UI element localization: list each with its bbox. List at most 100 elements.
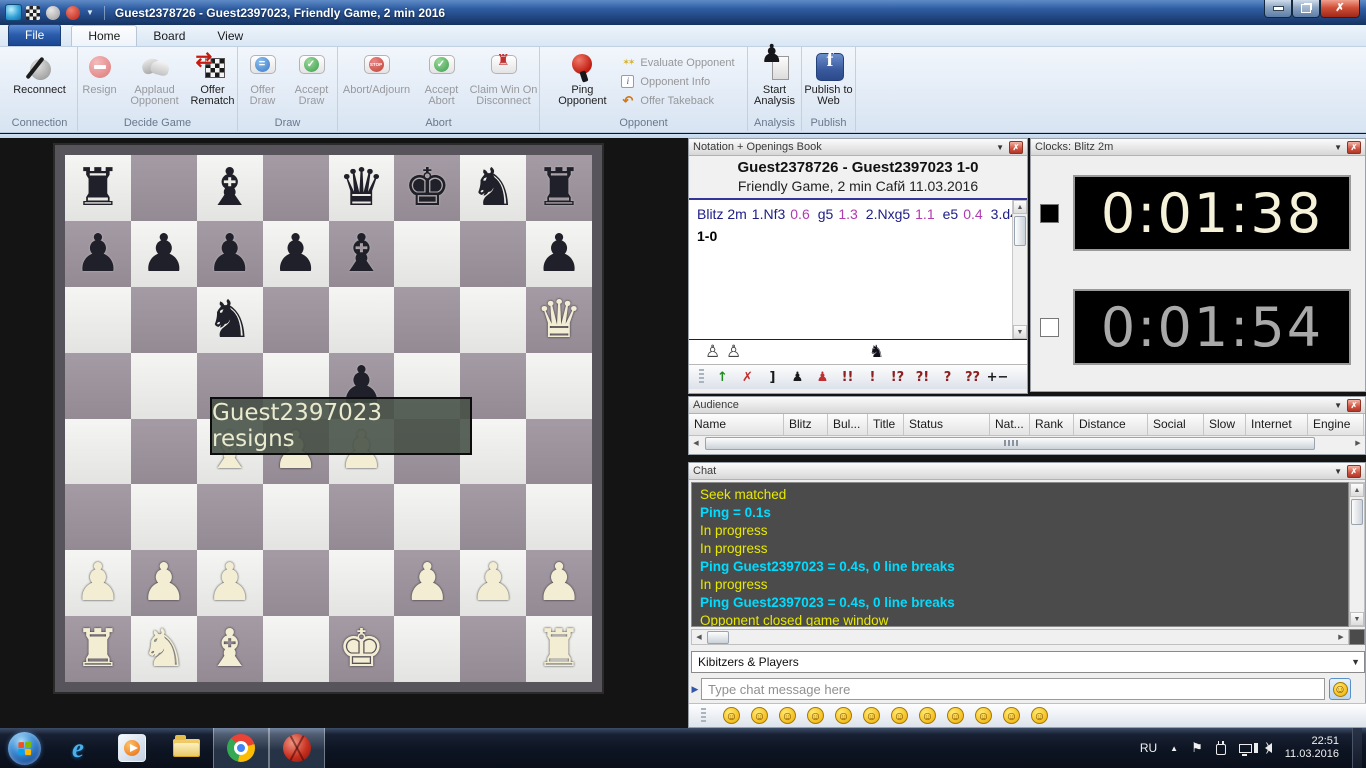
- chat-input[interactable]: [701, 678, 1325, 700]
- emoticon-thinking[interactable]: [1003, 707, 1020, 724]
- emoticon-smile[interactable]: [723, 707, 740, 724]
- square-h5[interactable]: [526, 353, 592, 419]
- audience-panel-header[interactable]: Audience ▼ ✗: [689, 397, 1365, 414]
- square-c3[interactable]: [197, 484, 263, 550]
- square-c7[interactable]: ♟: [197, 221, 263, 287]
- action-center-flag-icon[interactable]: ⚑: [1191, 740, 1203, 756]
- column-header-title[interactable]: Title: [868, 414, 904, 435]
- publish-to-web-button[interactable]: Publish to Web: [804, 49, 854, 107]
- scroll-down-icon[interactable]: ▼: [1013, 325, 1027, 339]
- emoticon-confused[interactable]: [919, 707, 936, 724]
- column-header-distance[interactable]: Distance: [1074, 414, 1148, 435]
- square-b2[interactable]: ♟: [131, 550, 197, 616]
- square-e8[interactable]: ♛: [329, 155, 395, 221]
- volume-icon[interactable]: [1265, 743, 1272, 753]
- scroll-right-icon[interactable]: ▶: [1334, 630, 1348, 646]
- app-icon[interactable]: [5, 4, 22, 21]
- column-header-social[interactable]: Social: [1148, 414, 1204, 435]
- square-f7[interactable]: [394, 221, 460, 287]
- tab-board[interactable]: Board: [137, 26, 201, 46]
- annotation-dubious[interactable]: ?!: [910, 370, 935, 385]
- book-white-pawn-1[interactable]: ♙: [705, 342, 720, 362]
- square-e6[interactable]: [329, 287, 395, 353]
- clocks-panel-header[interactable]: Clocks: Blitz 2m ▼ ✗: [1031, 139, 1365, 156]
- move[interactable]: g5: [818, 206, 834, 222]
- column-header-status[interactable]: Status: [904, 414, 990, 435]
- square-f8[interactable]: ♚: [394, 155, 460, 221]
- emoticon-wink[interactable]: [751, 707, 768, 724]
- square-c8[interactable]: ♝: [197, 155, 263, 221]
- square-g1[interactable]: [460, 616, 526, 682]
- square-d1[interactable]: [263, 616, 329, 682]
- square-g3[interactable]: [460, 484, 526, 550]
- chat-vertical-scrollbar[interactable]: ▲ ▼: [1349, 482, 1365, 627]
- audience-close-icon[interactable]: ✗: [1347, 399, 1361, 412]
- network-icon[interactable]: [1239, 744, 1252, 753]
- emoticon-tongue[interactable]: [863, 707, 880, 724]
- annotation-black-pawn[interactable]: ♟: [785, 370, 810, 385]
- qat-dropdown-icon[interactable]: ▼: [86, 8, 94, 17]
- square-h2[interactable]: ♟: [526, 550, 592, 616]
- channel-selector[interactable]: Kibitzers & Players ▼: [691, 651, 1365, 673]
- emoticon-laughing[interactable]: [947, 707, 964, 724]
- annotation-arrow-up[interactable]: ↑: [710, 370, 735, 385]
- scroll-left-icon[interactable]: ◀: [689, 436, 703, 452]
- square-a3[interactable]: [65, 484, 131, 550]
- square-g7[interactable]: [460, 221, 526, 287]
- square-b1[interactable]: ♞: [131, 616, 197, 682]
- tab-file[interactable]: File: [8, 24, 61, 46]
- annotation-delete[interactable]: ✗: [735, 370, 760, 385]
- taskbar-internet-explorer[interactable]: e: [51, 728, 105, 768]
- square-a4[interactable]: [65, 419, 131, 485]
- taskbar-chrome[interactable]: [213, 728, 269, 768]
- chat-hscroll-thumb[interactable]: [707, 631, 729, 644]
- tab-view[interactable]: View: [201, 26, 259, 46]
- audience-scrollbar[interactable]: ◀ ▶: [689, 436, 1365, 452]
- square-a8[interactable]: ♜: [65, 155, 131, 221]
- square-h4[interactable]: [526, 419, 592, 485]
- show-hidden-icons[interactable]: ▲: [1170, 744, 1178, 753]
- reconnect-button[interactable]: Reconnect: [5, 49, 75, 96]
- annotation-good[interactable]: !: [860, 370, 885, 385]
- emoticon-surprised[interactable]: [835, 707, 852, 724]
- square-b7[interactable]: ♟: [131, 221, 197, 287]
- square-d8[interactable]: [263, 155, 329, 221]
- emoticon-kiss[interactable]: [891, 707, 908, 724]
- notation-scrollbar[interactable]: ▲ ▼: [1012, 200, 1027, 339]
- accept-draw-button[interactable]: Accept Draw: [288, 49, 336, 107]
- square-b5[interactable]: [131, 353, 197, 419]
- emoticon-worried[interactable]: [807, 707, 824, 724]
- taskbar-file-explorer[interactable]: [159, 728, 213, 768]
- start-analysis-button[interactable]: Start Analysis: [750, 49, 800, 107]
- square-e7[interactable]: ♝: [329, 221, 395, 287]
- offer-draw-button[interactable]: Offer Draw: [240, 49, 286, 107]
- chat-close-icon[interactable]: ✗: [1347, 465, 1361, 478]
- emoticon-unamused[interactable]: [779, 707, 796, 724]
- square-a2[interactable]: ♟: [65, 550, 131, 616]
- opponent-info-button[interactable]: Opponent Info: [620, 74, 734, 89]
- square-h3[interactable]: [526, 484, 592, 550]
- annotation-white-winning[interactable]: +−: [985, 370, 1010, 385]
- square-f3[interactable]: [394, 484, 460, 550]
- claim-win-on-disconnect-button[interactable]: Claim Win On Disconnect: [468, 49, 540, 107]
- square-f1[interactable]: [394, 616, 460, 682]
- square-g6[interactable]: [460, 287, 526, 353]
- annotation-brilliant[interactable]: !!: [835, 370, 860, 385]
- square-g2[interactable]: ♟: [460, 550, 526, 616]
- clocks-close-icon[interactable]: ✗: [1347, 141, 1361, 154]
- square-d7[interactable]: ♟: [263, 221, 329, 287]
- square-e2[interactable]: [329, 550, 395, 616]
- column-header-rank[interactable]: Rank: [1030, 414, 1074, 435]
- audience-dropdown-icon[interactable]: ▼: [1334, 401, 1342, 410]
- resign-button[interactable]: Resign: [77, 49, 123, 96]
- minimize-button[interactable]: [1264, 0, 1292, 18]
- emoticon-angry[interactable]: [1031, 707, 1048, 724]
- start-button[interactable]: [8, 732, 41, 765]
- scroll-down-icon[interactable]: ▼: [1350, 612, 1364, 626]
- ping-opponent-button[interactable]: Ping Opponent: [550, 49, 614, 107]
- chat-scroll-thumb[interactable]: [1351, 499, 1363, 525]
- square-b6[interactable]: [131, 287, 197, 353]
- book-black-knight[interactable]: ♞: [869, 342, 884, 362]
- notation-panel-header[interactable]: Notation + Openings Book ▼ ✗: [689, 139, 1027, 156]
- chat-horizontal-scrollbar[interactable]: ◀ ▶: [691, 629, 1349, 645]
